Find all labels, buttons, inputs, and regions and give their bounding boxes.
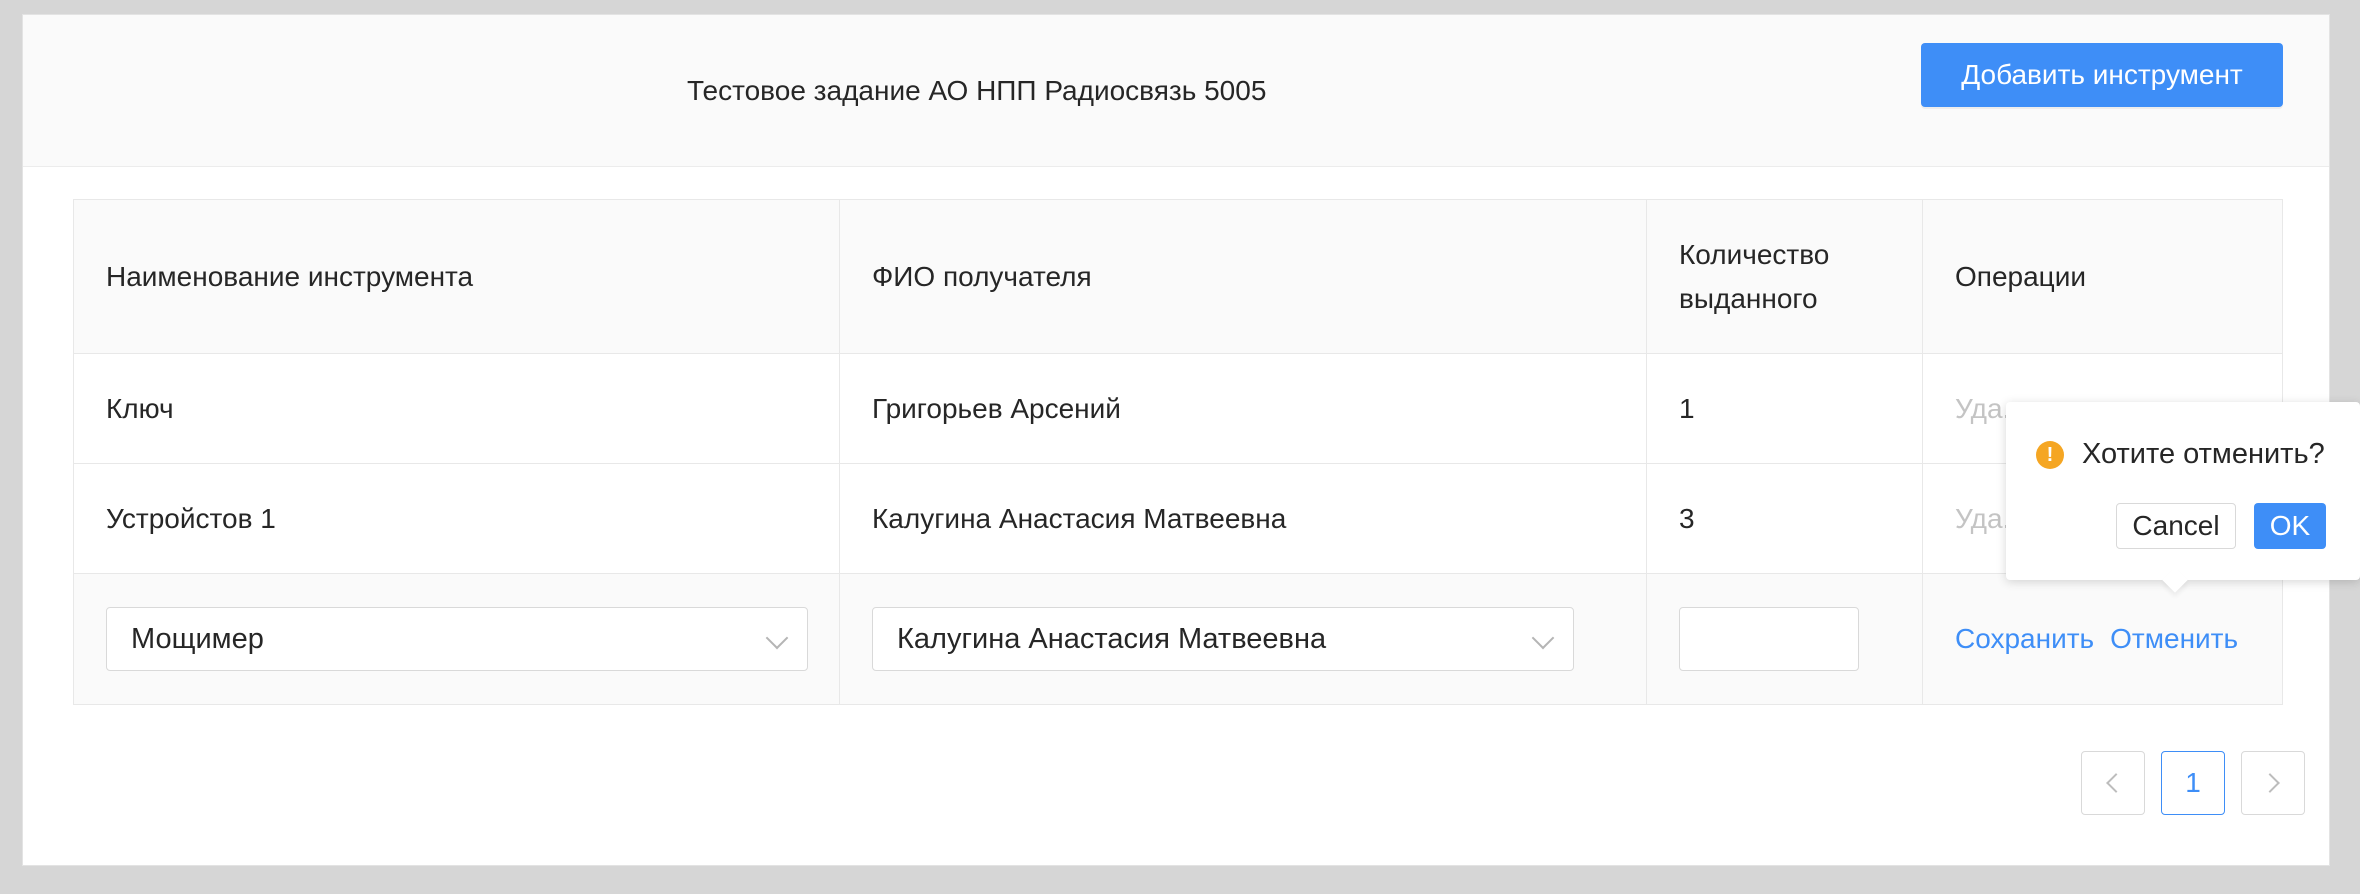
pagination-next-button[interactable]: [2241, 751, 2305, 815]
table-row-editing: Мощимер Калугина Анастасия Матвеевна Сох…: [74, 574, 2282, 704]
table-row: Устройстов 1 Калугина Анастасия Матвеевн…: [74, 464, 2282, 574]
save-link[interactable]: Сохранить: [1955, 623, 2094, 655]
popover-ok-button[interactable]: OK: [2254, 503, 2326, 549]
cancel-confirm-popover: ! Хотите отменить? Cancel OK: [2006, 402, 2360, 593]
tools-table: Наименование инструмента ФИО получателя …: [73, 199, 2283, 705]
quantity-edit-cell: [1647, 574, 1923, 704]
tool-cell: Ключ: [74, 354, 840, 463]
popover-cancel-button[interactable]: Cancel: [2116, 503, 2236, 549]
popover-message: Хотите отменить?: [2082, 438, 2325, 470]
recipient-edit-cell: Калугина Анастасия Матвеевна: [840, 574, 1647, 704]
operations-edit-cell: Сохранить Отменить: [1923, 574, 2282, 704]
chevron-down-icon: [1531, 626, 1555, 650]
tool-edit-cell: Мощимер: [74, 574, 840, 704]
tool-cell: Устройстов 1: [74, 464, 840, 573]
cancel-link[interactable]: Отменить: [2110, 623, 2238, 655]
table-header-row: Наименование инструмента ФИО получателя …: [74, 200, 2282, 354]
chevron-right-icon: [2260, 772, 2280, 793]
add-tool-button[interactable]: Добавить инструмент: [1921, 43, 2283, 107]
column-header-quantity-label: Количество выданного: [1679, 238, 1830, 314]
column-header-tool: Наименование инструмента: [74, 200, 840, 353]
column-header-recipient: ФИО получателя: [840, 200, 1647, 353]
pagination-prev-button[interactable]: [2081, 751, 2145, 815]
page-header: Тестовое задание АО НПП Радиосвязь 5005 …: [23, 15, 2329, 167]
exclamation-circle-icon: !: [2036, 441, 2064, 469]
quantity-input[interactable]: [1679, 607, 1859, 671]
page-title: Тестовое задание АО НПП Радиосвязь 5005: [687, 75, 1267, 106]
tool-select-value: Мощимер: [131, 622, 264, 655]
quantity-cell: 1: [1647, 354, 1923, 463]
chevron-left-icon: [2106, 772, 2126, 793]
recipient-select[interactable]: Калугина Анастасия Матвеевна: [872, 607, 1574, 671]
column-header-quantity: Количество выданного: [1647, 200, 1923, 353]
recipient-select-value: Калугина Анастасия Матвеевна: [897, 622, 1327, 655]
quantity-cell: 3: [1647, 464, 1923, 573]
recipient-cell: Калугина Анастасия Матвеевна: [840, 464, 1647, 573]
tool-select[interactable]: Мощимер: [106, 607, 808, 671]
column-header-operations: Операции: [1955, 260, 2086, 292]
recipient-cell: Григорьев Арсений: [840, 354, 1647, 463]
table-row: Ключ Григорьев Арсений 1 Уда...: [74, 354, 2282, 464]
pagination-page-button[interactable]: 1: [2161, 751, 2225, 815]
main-card: Тестовое задание АО НПП Радиосвязь 5005 …: [22, 14, 2330, 866]
chevron-down-icon: [765, 626, 789, 650]
